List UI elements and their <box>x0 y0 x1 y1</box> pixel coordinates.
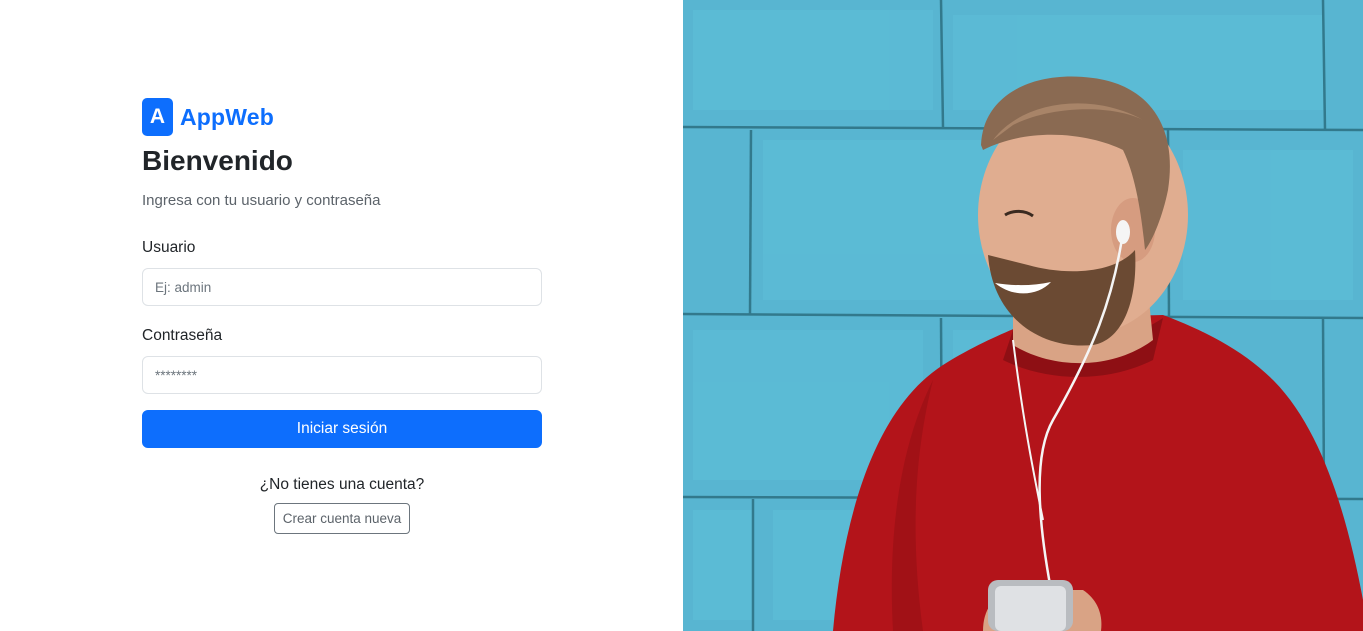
brand-name: AppWeb <box>180 103 275 130</box>
hero-photo <box>683 0 1363 631</box>
username-label: Usuario <box>142 239 196 256</box>
password-input[interactable] <box>142 356 542 394</box>
page-subtitle: Ingresa con tu usuario y contraseña <box>142 192 381 209</box>
page-title: Bienvenido <box>142 145 293 176</box>
brand: A AppWeb <box>142 98 542 136</box>
login-panel: A AppWeb Bienvenido Ingresa con tu usuar… <box>0 0 683 631</box>
login-form: A AppWeb Bienvenido Ingresa con tu usuar… <box>142 98 542 534</box>
signup-section: ¿No tienes una cuenta? Crear cuenta nuev… <box>142 474 542 534</box>
login-button[interactable]: Iniciar sesión <box>142 410 542 448</box>
brand-logo: A <box>142 98 173 136</box>
hero-image-panel <box>683 0 1363 631</box>
username-input[interactable] <box>142 268 542 306</box>
create-account-button[interactable]: Crear cuenta nueva <box>273 503 411 534</box>
signup-prompt: ¿No tienes una cuenta? <box>259 476 425 493</box>
password-label: Contraseña <box>142 327 223 344</box>
